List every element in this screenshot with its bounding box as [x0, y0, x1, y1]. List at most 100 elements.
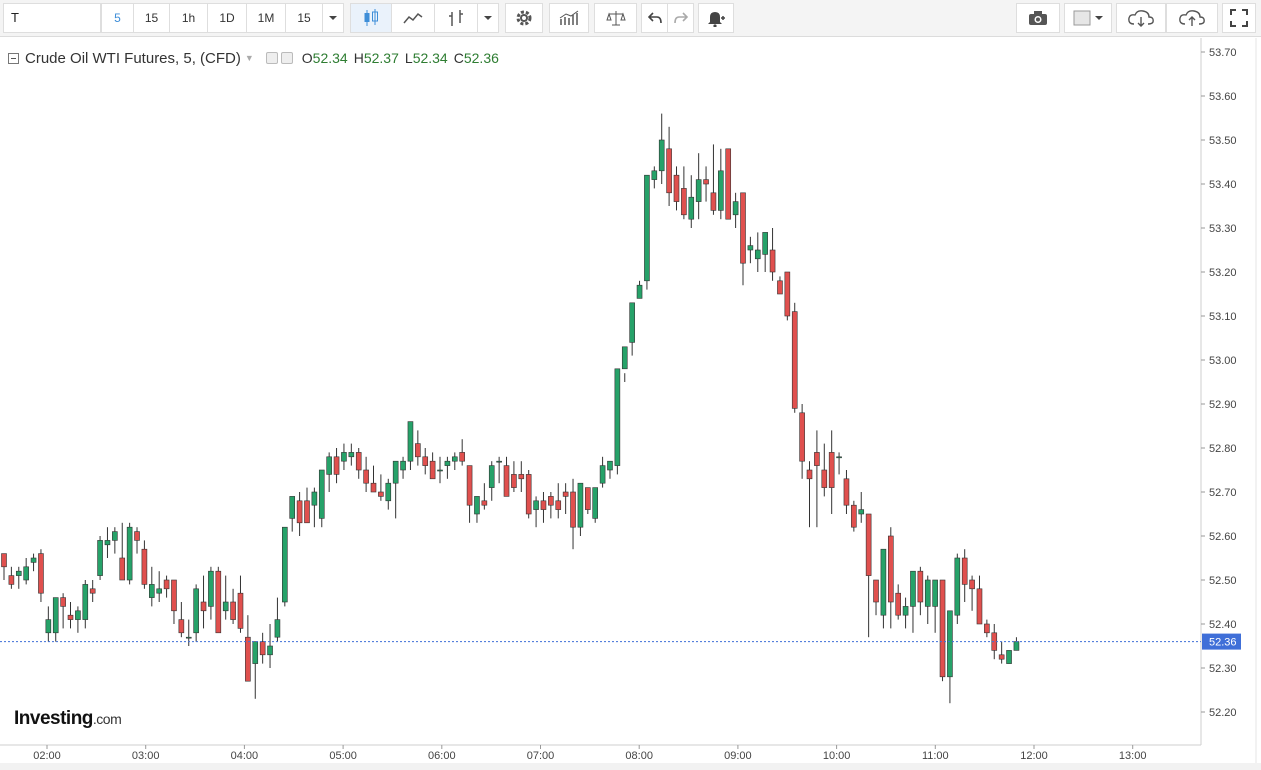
candle-body: [947, 610, 953, 678]
candle: [318, 469, 325, 528]
candle: [621, 346, 628, 382]
legend-open: O52.34: [301, 50, 348, 66]
candle-body: [134, 531, 140, 541]
candle: [548, 492, 554, 519]
gear-icon: [516, 10, 532, 26]
candle-body: [784, 271, 791, 317]
candle-body: [296, 500, 303, 524]
last-price-label: 52.36: [1209, 637, 1237, 649]
candle: [185, 619, 192, 646]
candle: [747, 236, 754, 264]
undo-button[interactable]: [641, 3, 668, 33]
interval-select[interactable]: 15: [285, 3, 323, 33]
candle: [947, 610, 953, 704]
candle-body: [52, 597, 59, 634]
fullscreen-icon: [1230, 9, 1248, 27]
legend-caret-icon[interactable]: ▼: [245, 53, 254, 63]
load-layout-button[interactable]: [1116, 3, 1166, 33]
candle: [718, 148, 724, 220]
candle: [422, 448, 429, 475]
line-chart-icon: [403, 12, 423, 24]
candle: [193, 584, 199, 642]
candles-button[interactable]: [350, 3, 392, 33]
candle-body: [658, 139, 665, 172]
interval-15-button[interactable]: 15: [133, 3, 170, 33]
candle-body: [104, 540, 111, 546]
compare-button[interactable]: [594, 3, 637, 33]
price-tick-label: 52.20: [1209, 707, 1237, 719]
legend-close: C52.36: [453, 50, 499, 66]
snapshot-button[interactable]: [1016, 3, 1060, 33]
candle: [525, 470, 532, 519]
candle: [171, 579, 177, 624]
candle: [592, 487, 599, 523]
candle: [156, 571, 162, 602]
time-tick-label: 03:00: [132, 750, 160, 762]
candle: [1013, 637, 1020, 651]
fullscreen-button[interactable]: [1222, 3, 1256, 33]
chart-type-dropdown-button[interactable]: [477, 3, 499, 33]
price-chart[interactable]: 53.70 53.60 53.50 53.40 53.30 53.20 53.10 53.00…: [0, 0, 1261, 770]
interval-dropdown-button[interactable]: [322, 3, 344, 33]
candle: [577, 482, 584, 536]
candle: [481, 483, 488, 510]
color-picker-button[interactable]: [1064, 3, 1112, 33]
time-tick-label: 08:00: [625, 750, 653, 762]
candle-body: [976, 588, 983, 625]
candle-body: [378, 491, 384, 497]
candle-body: [451, 456, 458, 462]
candle-body: [185, 636, 192, 639]
price-tick-label: 52.90: [1209, 399, 1237, 411]
bars-button[interactable]: [434, 3, 478, 33]
candle: [296, 492, 303, 536]
collapse-legend-icon[interactable]: [8, 52, 19, 64]
save-layout-button[interactable]: [1166, 3, 1218, 33]
candle: [851, 500, 857, 532]
candle: [415, 430, 421, 466]
interval-1h-button[interactable]: 1h: [169, 3, 208, 33]
candle-body: [481, 500, 488, 506]
camera-icon: [1029, 11, 1047, 25]
indicators-button[interactable]: [549, 3, 589, 33]
candle-body: [429, 460, 436, 480]
last-price-badge: [1202, 633, 1241, 650]
candle-body: [149, 584, 155, 598]
candle-body: [1006, 650, 1012, 664]
interval-1d-button[interactable]: 1D: [207, 3, 247, 33]
price-tick-label: 52.70: [1209, 487, 1237, 499]
settings-button[interactable]: [505, 3, 543, 33]
time-tick-label: 04:00: [231, 750, 259, 762]
candle: [769, 228, 776, 281]
candle-body: [917, 570, 924, 603]
candle: [252, 641, 259, 699]
candle-body: [459, 452, 465, 462]
time-tick-label: 12:00: [1020, 750, 1048, 762]
candles-group: [1, 113, 1020, 704]
candle: [614, 368, 621, 475]
candle: [333, 448, 340, 484]
price-tick-label: 53.40: [1209, 179, 1237, 191]
candle: [237, 575, 244, 633]
interval-1m-button[interactable]: 1M: [246, 3, 286, 33]
candle-body: [496, 460, 502, 463]
candle: [814, 430, 820, 528]
time-tick-label: 05:00: [329, 750, 357, 762]
candle: [673, 166, 680, 211]
price-tick-label: 53.00: [1209, 355, 1237, 367]
candle-body: [163, 579, 170, 590]
line-chart-button[interactable]: [391, 3, 435, 33]
candle-body: [924, 579, 931, 607]
redo-button[interactable]: [667, 3, 694, 33]
candle-body: [644, 174, 650, 282]
settings-mini-icon[interactable]: [280, 52, 293, 64]
bottom-scrollbar[interactable]: [0, 763, 1261, 770]
alert-button[interactable]: [698, 3, 734, 33]
candle-body: [865, 513, 872, 576]
candle-body: [407, 421, 414, 462]
interval-5-button[interactable]: 5: [101, 3, 134, 33]
visibility-icon[interactable]: [265, 52, 278, 64]
candle: [451, 452, 458, 470]
candle-body: [651, 170, 658, 180]
symbol-input[interactable]: T: [3, 3, 101, 33]
candle-body: [245, 636, 251, 682]
